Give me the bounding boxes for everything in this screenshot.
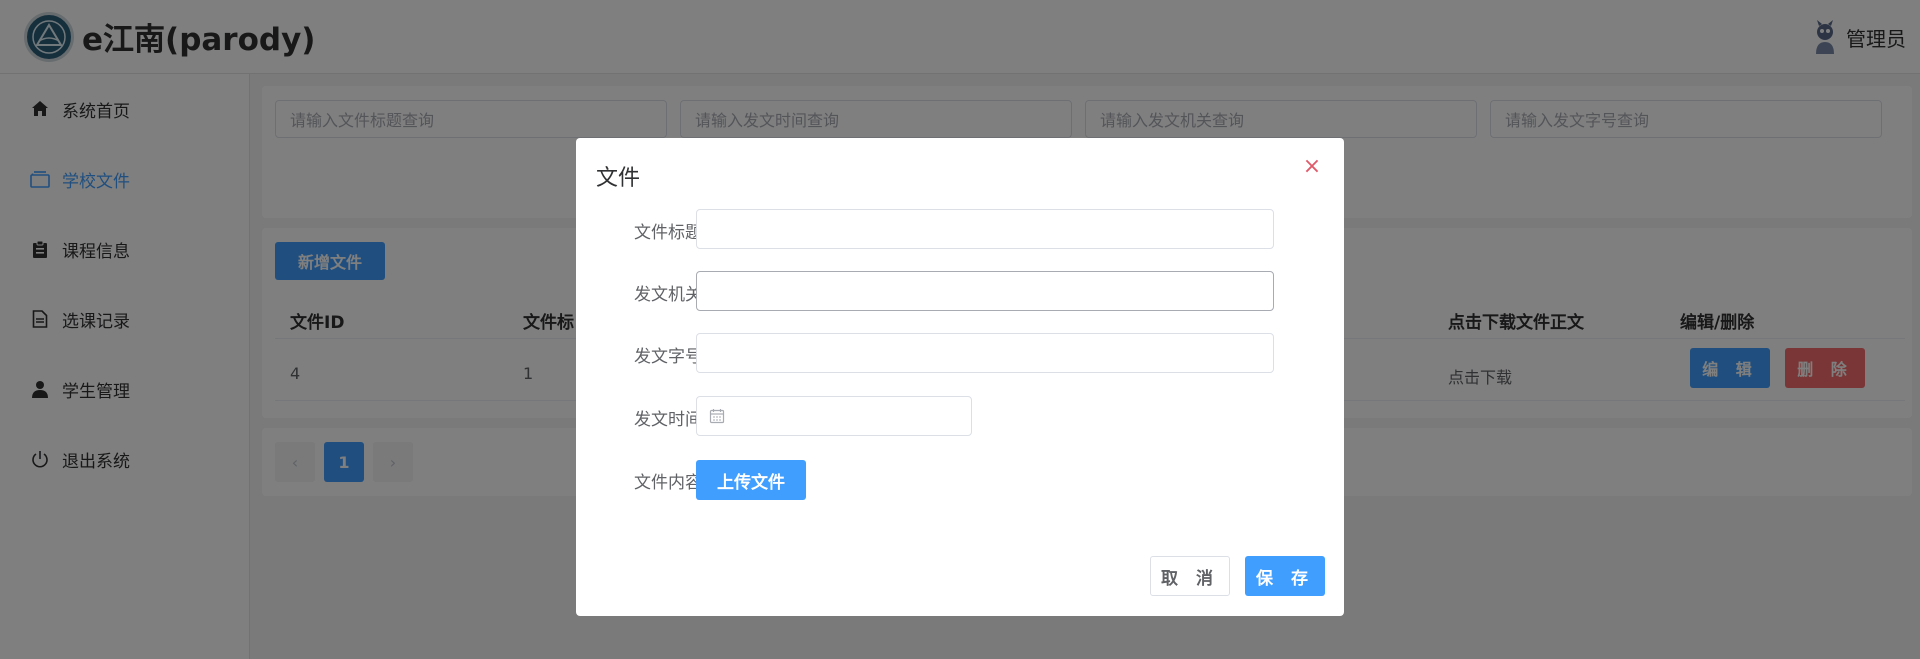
issue-date-picker[interactable] xyxy=(696,396,972,436)
file-dialog: 文件 × 文件标题 发文机关 发文字号 发文时间 文件内容 上传文件 取 消 保… xyxy=(576,138,1344,616)
calendar-icon xyxy=(709,409,725,424)
upload-file-button[interactable]: 上传文件 xyxy=(696,460,806,500)
dialog-title: 文件 xyxy=(596,166,641,191)
close-icon[interactable]: × xyxy=(1300,154,1324,179)
issuing-org-label: 发文机关 xyxy=(634,285,702,305)
file-title-field[interactable] xyxy=(696,209,1274,249)
issuing-org-field[interactable] xyxy=(696,271,1274,311)
file-content-label: 文件内容 xyxy=(634,473,702,493)
document-number-field[interactable] xyxy=(696,333,1274,373)
save-button[interactable]: 保 存 xyxy=(1245,556,1325,596)
issue-date-label: 发文时间 xyxy=(634,410,702,430)
cancel-button[interactable]: 取 消 xyxy=(1150,556,1230,596)
file-title-label: 文件标题 xyxy=(634,223,702,243)
document-number-label: 发文字号 xyxy=(634,347,702,367)
